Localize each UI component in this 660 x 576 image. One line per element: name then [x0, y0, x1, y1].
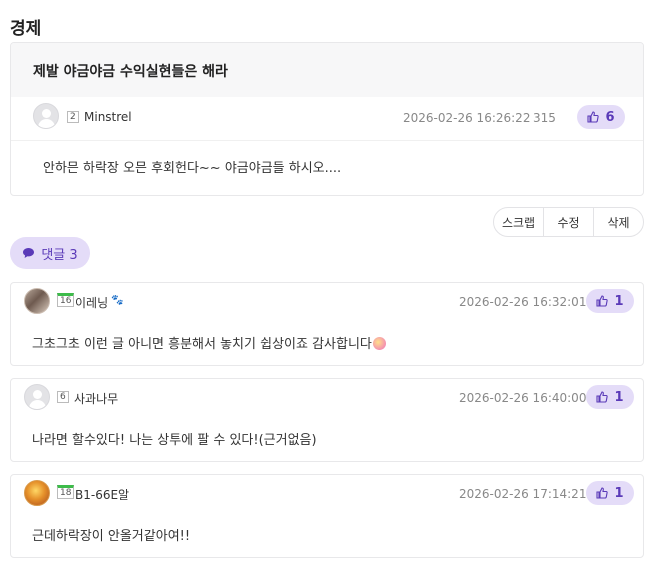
level-badge: 18	[57, 485, 75, 499]
comment-like-button[interactable]: 1	[586, 385, 634, 409]
comment-count-button[interactable]: 댓글 3	[10, 237, 90, 269]
delete-button[interactable]: 삭제	[594, 208, 643, 236]
comment-text: 그초그초 이런 글 아니면 흥분해서 놓치기 쉽상이죠 감사합니다	[32, 333, 386, 352]
author-nickname[interactable]: Minstrel	[84, 110, 132, 124]
post-actions: 스크랩 수정 삭제	[493, 207, 644, 237]
comment-like-button[interactable]: 1	[586, 289, 634, 313]
comment-like-count: 1	[614, 485, 624, 501]
comment-date: 2026-02-26 16:32:01	[459, 295, 587, 309]
level-badge: 2	[67, 111, 79, 123]
thumbs-up-icon	[587, 111, 600, 123]
thumbs-up-icon	[596, 391, 609, 403]
comment-author[interactable]: B1-66E알	[75, 486, 129, 503]
avatar[interactable]	[24, 288, 50, 314]
post-body: 안하믄 하락장 오믄 후회헌다~~ 야금야금들 하시오....	[43, 161, 342, 176]
avatar[interactable]	[33, 103, 59, 129]
post-like-button[interactable]: 6	[577, 105, 625, 129]
comment-like-count: 1	[614, 389, 624, 405]
view-count: 315	[533, 111, 556, 125]
post-date: 2026-02-26 16:26:22	[403, 111, 531, 125]
thumbs-up-icon	[596, 487, 609, 499]
speech-bubble-icon	[23, 248, 35, 258]
comment-item: 6 사과나무 2026-02-26 16:40:00 1 나라면 할수있다! 나…	[10, 378, 644, 462]
avatar[interactable]	[24, 480, 50, 506]
level-badge: 6	[57, 391, 69, 403]
comment-item: 16 이레닝 🐾 2026-02-26 16:32:01 1 그초그초 이런 글…	[10, 282, 644, 366]
comment-like-count: 1	[614, 293, 624, 309]
post-card: 제발 야금야금 수익실현들은 해라 2 Minstrel 2026-02-26 …	[10, 42, 644, 196]
avatar[interactable]	[24, 384, 50, 410]
heart-face-emoji-icon	[372, 337, 386, 350]
comment-author[interactable]: 사과나무	[74, 390, 118, 407]
edit-button[interactable]: 수정	[544, 208, 594, 236]
thumbs-up-icon	[596, 295, 609, 307]
post-title: 제발 야금야금 수익실현들은 해라	[11, 43, 643, 97]
comment-text: 나라면 할수있다! 나는 상투에 팔 수 있다!(근거없음)	[32, 433, 317, 448]
comment-author[interactable]: 이레닝	[75, 294, 108, 311]
board-title: 경제	[10, 19, 42, 39]
comment-date: 2026-02-26 17:14:21	[459, 487, 587, 501]
level-badge: 16	[57, 293, 75, 307]
post-like-count: 6	[605, 109, 615, 125]
comment-text: 근데하락장이 안올거같아여!!	[32, 529, 191, 544]
comment-count-label: 댓글 3	[41, 247, 78, 263]
post-meta: 2 Minstrel 2026-02-26 16:26:22 315 6	[11, 97, 643, 141]
scrap-button[interactable]: 스크랩	[494, 208, 544, 236]
comment-item: 18 B1-66E알 2026-02-26 17:14:21 1 근데하락장이 …	[10, 474, 644, 558]
comment-date: 2026-02-26 16:40:00	[459, 391, 587, 405]
paw-icon: 🐾	[111, 295, 124, 306]
comment-like-button[interactable]: 1	[586, 481, 634, 505]
